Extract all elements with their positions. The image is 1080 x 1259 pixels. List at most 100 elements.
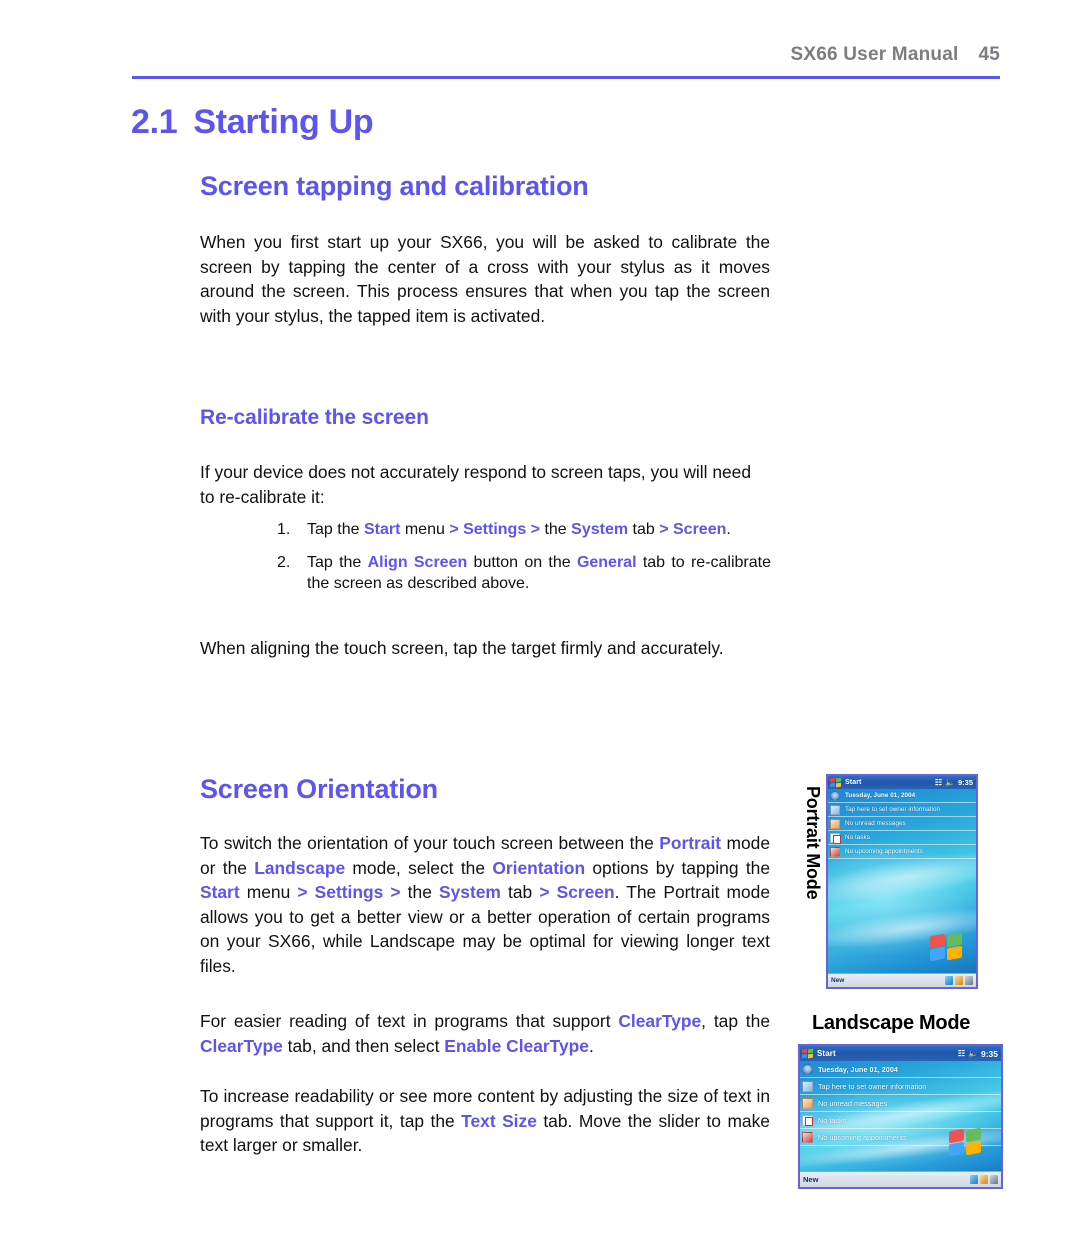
today-row-tasks[interactable]: No tasks <box>800 1112 1001 1129</box>
today-row-text: Tap here to set owner information <box>818 1081 927 1091</box>
text-run: menu <box>400 521 450 538</box>
today-screen-list: Tuesday, June 01, 2004 Tap here to set o… <box>828 789 976 859</box>
tray-icons <box>945 976 973 985</box>
text-run: button on the <box>467 553 577 571</box>
text-run: tab <box>628 521 660 538</box>
windows-watermark-icon <box>930 932 964 962</box>
text-run: tab <box>500 882 540 903</box>
connectivity-icon[interactable]: ☷ <box>958 1049 965 1058</box>
keyword-emphasis: Enable ClearType <box>444 1035 589 1056</box>
text-run: To switch the orientation of your touch … <box>200 833 660 853</box>
today-row-text: No upcoming appointments <box>818 1132 907 1142</box>
new-button[interactable]: New <box>803 1175 818 1184</box>
mail-icon <box>830 818 840 829</box>
chapter-number: 2.1 <box>131 103 178 141</box>
subsection-heading-recalibrate: Re-calibrate the screen <box>200 406 429 429</box>
keyword-emphasis: Start <box>200 882 240 903</box>
tasks-icon <box>802 1114 813 1126</box>
battery-tray-icon[interactable] <box>990 1175 998 1184</box>
connectivity-icon[interactable]: ☷ <box>935 778 942 787</box>
windows-logo-icon <box>830 777 842 788</box>
clock-label[interactable]: 9:35 <box>958 778 973 787</box>
new-button[interactable]: New <box>831 977 844 984</box>
list-item-text: Tap the Start menu > Settings > the Syst… <box>307 521 731 538</box>
today-row-owner[interactable]: Tap here to set owner information <box>800 1078 1001 1095</box>
owner-info-icon <box>802 1080 813 1092</box>
keyword-emphasis: ClearType <box>200 1035 283 1056</box>
chapter-title: Starting Up <box>193 103 374 141</box>
today-row-text: Tap here to set owner information <box>845 806 941 813</box>
text-run: For easier reading of text in programs t… <box>200 1011 619 1031</box>
calendar-icon <box>802 1131 813 1143</box>
volume-icon[interactable]: 🔈 <box>945 778 955 787</box>
keyword-emphasis: > Settings > <box>297 882 401 903</box>
windows-watermark-icon <box>949 1127 987 1159</box>
keyword-emphasis: Text Size <box>461 1110 537 1131</box>
manual-title: SX66 User Manual <box>790 44 959 65</box>
text-run: Tap the <box>307 553 368 571</box>
battery-tray-icon[interactable] <box>965 976 973 985</box>
connection-tray-icon[interactable] <box>970 1175 978 1184</box>
volume-icon[interactable]: 🔈 <box>968 1049 978 1058</box>
today-row-text: Tuesday, June 01, 2004 <box>818 1064 898 1074</box>
section-heading-screen-orientation: Screen Orientation <box>200 774 438 804</box>
clock-icon <box>830 790 840 801</box>
today-row-date[interactable]: Tuesday, June 01, 2004 <box>800 1061 1001 1078</box>
recalibrate-steps-list: 1. Tap the Start menu > Settings > the S… <box>277 519 771 595</box>
list-item-number: 1. <box>277 521 291 538</box>
keyword-emphasis: System <box>571 521 629 538</box>
paragraph-intro: When you first start up your SX66, you w… <box>200 232 770 326</box>
today-row-tasks[interactable]: No tasks <box>828 831 976 845</box>
start-menu-button[interactable]: Start <box>817 1049 836 1058</box>
today-row-date[interactable]: Tuesday, June 01, 2004 <box>828 789 976 803</box>
keyword-emphasis: System <box>439 882 501 903</box>
keyword-emphasis: Orientation <box>492 857 586 878</box>
figure-label-landscape: Landscape Mode <box>812 1012 971 1034</box>
header-title-group: SX66 User Manual 45 <box>791 44 1001 66</box>
today-row-text: No tasks <box>818 1115 847 1125</box>
paragraph-recalibrate-intro: If your device does not accurately respo… <box>200 462 752 507</box>
today-row-text: No tasks <box>845 834 870 841</box>
clock-label[interactable]: 9:35 <box>981 1049 998 1059</box>
text-run: . <box>726 521 731 538</box>
pda-title-bar: Start ☷ 🔈 9:35 <box>800 1046 1001 1061</box>
owner-info-icon <box>830 804 840 815</box>
today-row-text: No unread messages <box>845 820 906 827</box>
page-header: SX66 User Manual 45 <box>132 44 1000 84</box>
text-run: Tap the <box>307 521 364 538</box>
today-row-text: Tuesday, June 01, 2004 <box>845 792 916 799</box>
today-row-text: No unread messages <box>818 1098 888 1108</box>
connection-tray-icon[interactable] <box>945 976 953 985</box>
keyword-emphasis: Portrait <box>659 833 722 853</box>
today-row-owner[interactable]: Tap here to set owner information <box>828 803 976 817</box>
tray-icons <box>970 1175 998 1184</box>
keyword-emphasis: > Settings > <box>449 521 541 538</box>
today-row-appointments[interactable]: No upcoming appointments <box>828 845 976 859</box>
paragraph-cleartype: For easier reading of text in programs t… <box>200 1009 770 1058</box>
text-run: options by tapping the <box>585 857 770 878</box>
settings-tray-icon[interactable] <box>980 1175 988 1184</box>
pda-command-bar: New <box>800 1171 1001 1187</box>
paragraph-aligning-note: When aligning the touch screen, tap the … <box>200 638 724 658</box>
list-item-text: Tap the Align Screen button on the Gener… <box>307 554 771 593</box>
mail-icon <box>802 1097 813 1109</box>
text-run: menu <box>239 882 298 903</box>
section-heading-screen-tapping: Screen tapping and calibration <box>200 171 589 201</box>
keyword-emphasis: > Screen <box>539 882 615 903</box>
today-row-messages[interactable]: No unread messages <box>800 1095 1001 1112</box>
chapter-heading: 2.1 Starting Up <box>131 103 374 142</box>
keyword-emphasis: ClearType <box>618 1011 702 1031</box>
settings-tray-icon[interactable] <box>955 976 963 985</box>
pda-command-bar: New <box>828 973 976 987</box>
list-item: 1. Tap the Start menu > Settings > the S… <box>277 519 771 541</box>
windows-logo-icon <box>802 1048 814 1059</box>
text-run: mode, select the <box>345 857 493 878</box>
page-number: 45 <box>978 44 1000 65</box>
start-menu-button[interactable]: Start <box>845 779 861 786</box>
keyword-emphasis: Align Screen <box>367 553 468 571</box>
today-row-messages[interactable]: No unread messages <box>828 817 976 831</box>
text-run: the <box>540 521 572 538</box>
keyword-emphasis: Landscape <box>254 857 346 878</box>
figure-landscape-screenshot: Start ☷ 🔈 9:35 Tuesday, June 01, 2004 Ta… <box>798 1044 1003 1189</box>
clock-icon <box>802 1063 813 1075</box>
